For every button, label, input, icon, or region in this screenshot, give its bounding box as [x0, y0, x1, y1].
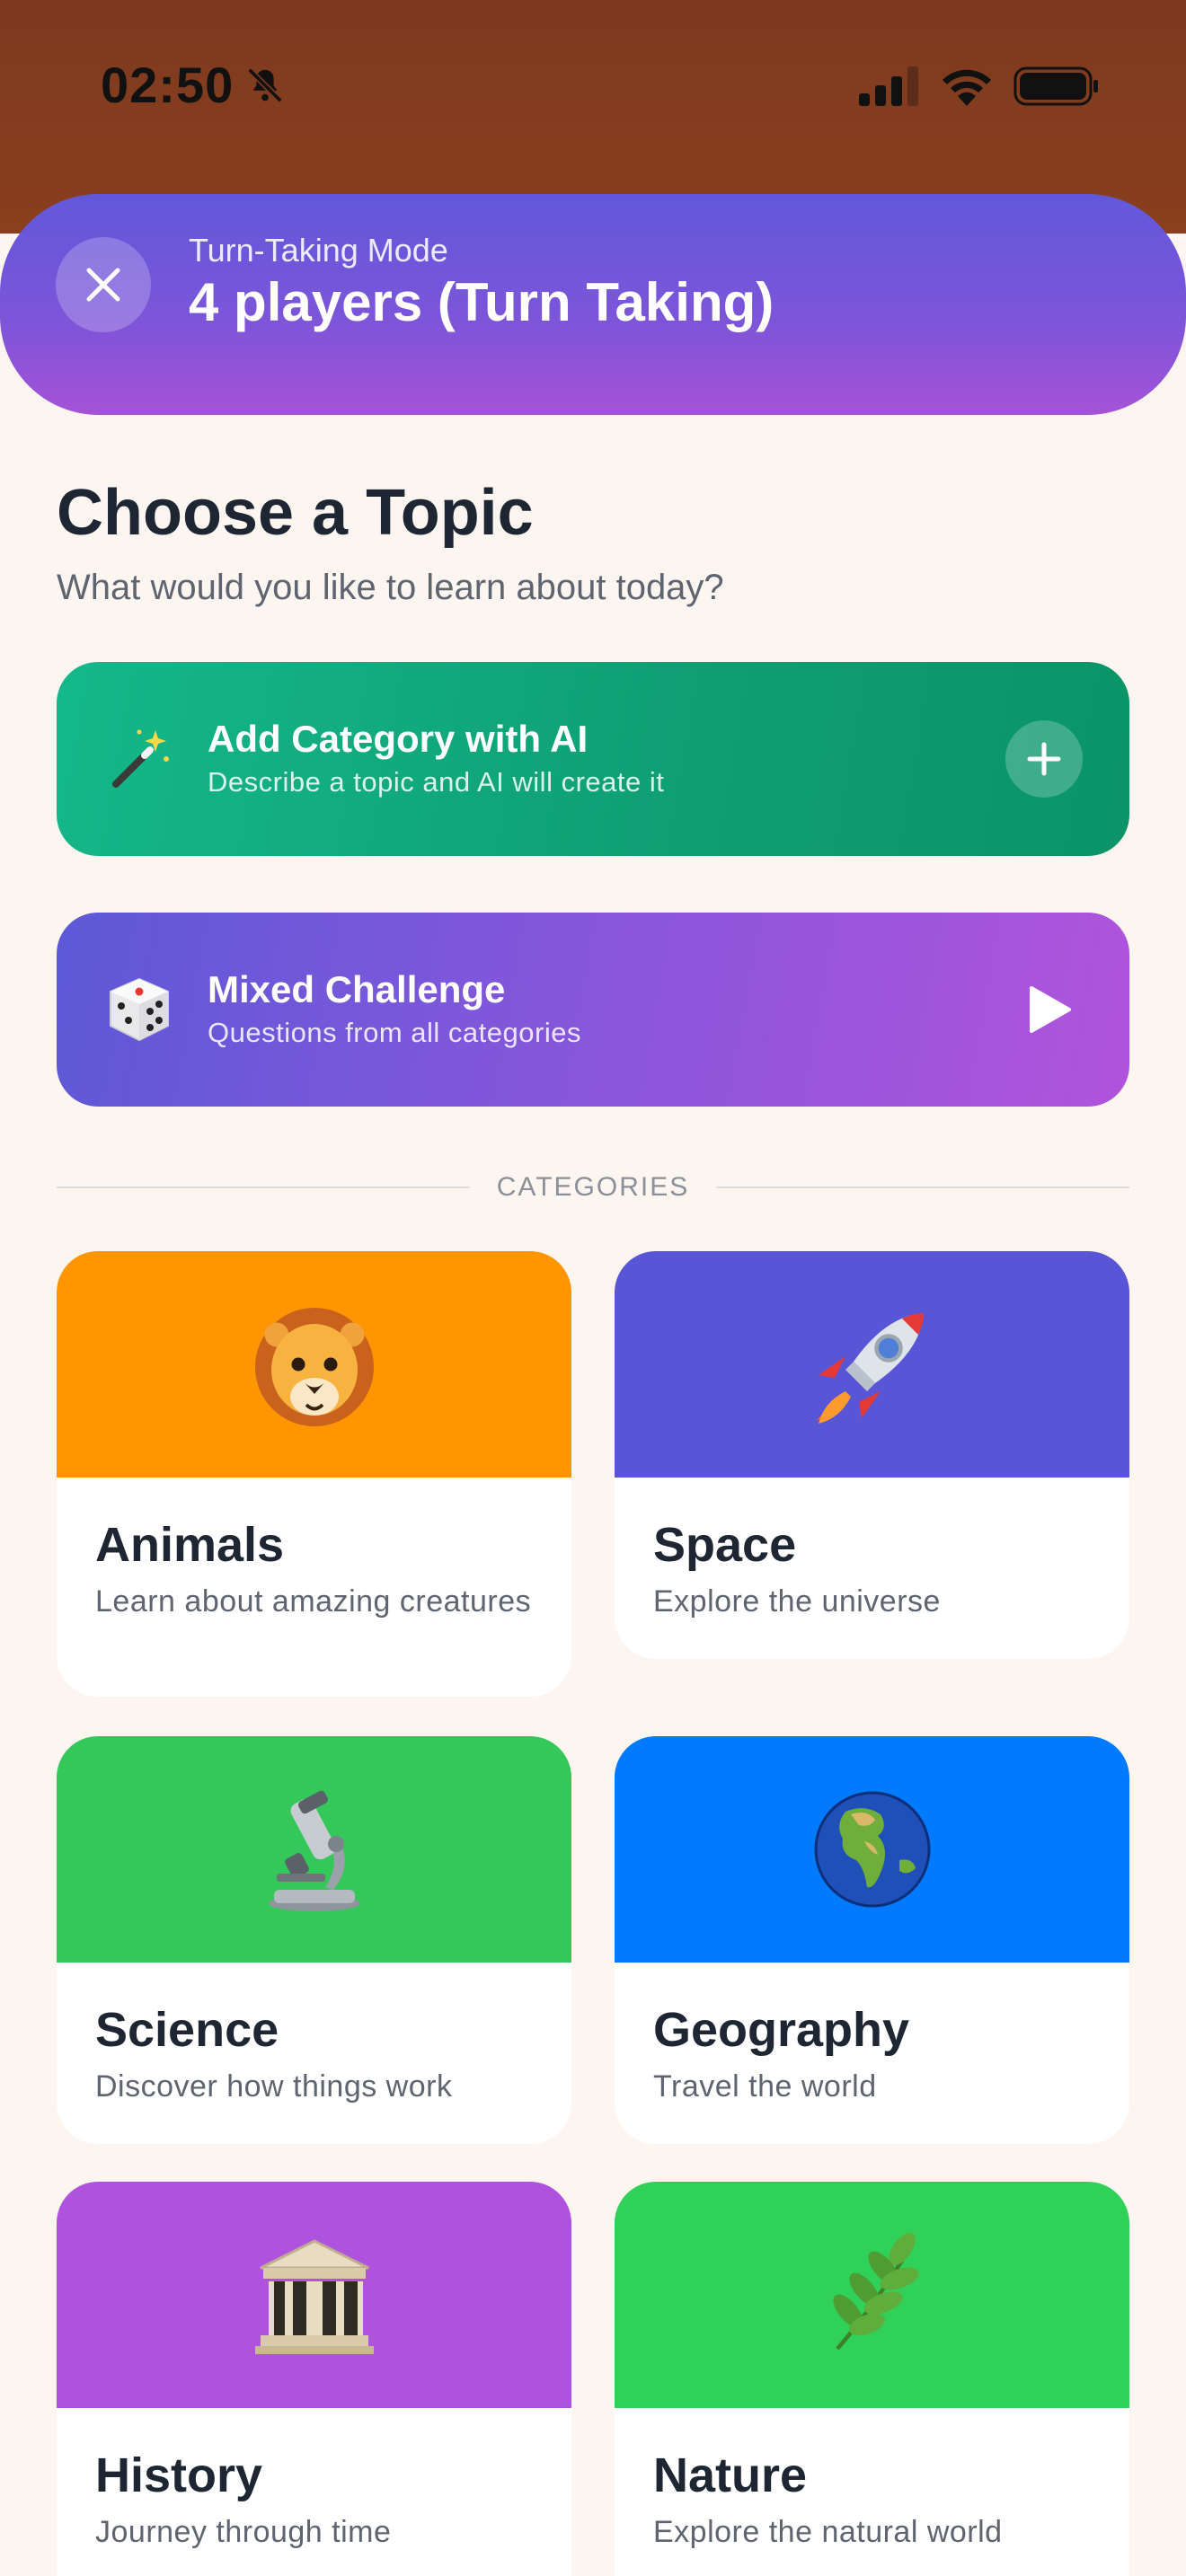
category-header — [57, 1251, 571, 1478]
category-name: Animals — [95, 1518, 285, 1572]
divider-line-left — [57, 1187, 470, 1188]
category-header — [615, 1736, 1129, 1963]
mode-subtitle: Turn-Taking Mode — [189, 232, 448, 269]
ai-card-title: Add Category with AI — [208, 718, 589, 760]
category-description: Travel the world — [653, 2069, 877, 2104]
category-name: Nature — [653, 2448, 808, 2502]
category-name: Geography — [653, 2003, 910, 2057]
microscope-icon — [268, 1790, 360, 1911]
play-icon — [1030, 986, 1071, 1033]
globe-icon — [814, 1791, 930, 1908]
mode-banner: Turn-Taking Mode 4 players (Turn Taking) — [0, 194, 1186, 415]
category-card-science[interactable]: Science Discover how things work — [57, 1736, 571, 2144]
plus-icon — [1027, 742, 1061, 776]
close-icon — [86, 268, 120, 302]
categories-divider: CATEGORIES — [57, 1168, 1130, 1207]
category-header — [615, 1251, 1129, 1478]
status-time: 02:50 — [101, 56, 286, 114]
divider-line-right — [716, 1187, 1130, 1188]
mixed-card-subtitle: Questions from all categories — [208, 1017, 581, 1048]
categories-label: CATEGORIES — [496, 1172, 690, 1202]
bell-slash-icon — [247, 66, 283, 103]
rocket-icon — [815, 1313, 924, 1424]
category-header — [57, 1736, 571, 1963]
category-card-history[interactable]: History Journey through time — [57, 2182, 571, 2576]
lion-icon — [254, 1308, 374, 1426]
close-button[interactable] — [56, 237, 151, 332]
category-card-animals[interactable]: Animals Learn about amazing creatures — [57, 1251, 571, 1697]
magic-wand-icon — [103, 723, 175, 795]
category-card-geography[interactable]: Geography Travel the world — [615, 1736, 1129, 2144]
mixed-card-title: Mixed Challenge — [208, 968, 506, 1010]
classical-building-icon — [254, 2239, 374, 2354]
add-category-ai-card[interactable]: Add Category with AI Describe a topic an… — [57, 662, 1129, 856]
category-description: Explore the natural world — [653, 2515, 1003, 2549]
category-description: Discover how things work — [95, 2069, 453, 2104]
page-title: Choose a Topic — [57, 477, 534, 549]
herb-icon — [832, 2232, 918, 2351]
cellular-signal-icon — [859, 66, 918, 106]
category-card-nature[interactable]: Nature Explore the natural world — [615, 2182, 1129, 2576]
category-description: Learn about amazing creatures — [95, 1584, 532, 1619]
category-header — [615, 2182, 1129, 2408]
category-description: Journey through time — [95, 2515, 392, 2549]
wifi-icon — [943, 69, 991, 106]
dice-icon — [103, 974, 175, 1045]
category-header — [57, 2182, 571, 2408]
category-description: Explore the universe — [653, 1584, 941, 1619]
ai-card-subtitle: Describe a topic and AI will create it — [208, 766, 665, 798]
category-card-space[interactable]: Space Explore the universe — [615, 1251, 1129, 1659]
add-category-button[interactable] — [1005, 720, 1083, 798]
battery-icon — [1013, 66, 1098, 106]
category-name: Space — [653, 1518, 797, 1572]
mode-title: 4 players (Turn Taking) — [189, 272, 774, 332]
category-name: Science — [95, 2003, 279, 2057]
mixed-challenge-card[interactable]: Mixed Challenge Questions from all categ… — [57, 913, 1129, 1107]
play-button[interactable] — [1022, 981, 1079, 1038]
time-label: 02:50 — [101, 57, 235, 113]
category-name: History — [95, 2448, 263, 2502]
screen: 02:50 Turn-Taking Mode 4 players (Turn T… — [0, 0, 1186, 2576]
page-subtitle: What would you like to learn about today… — [57, 568, 724, 607]
status-icons — [859, 66, 1100, 106]
